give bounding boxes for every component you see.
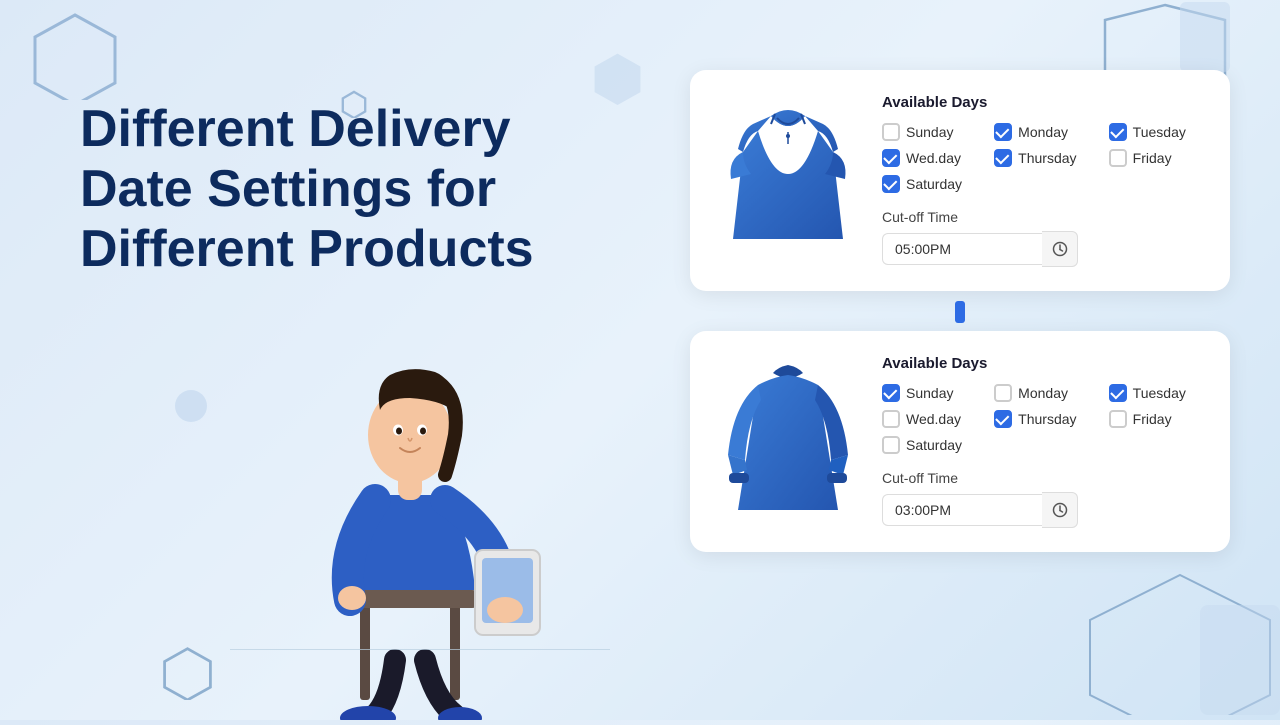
card2-day-monday: Monday	[994, 384, 1093, 402]
card1-label-wednesday: Wed.day	[906, 150, 961, 166]
card1-checkbox-saturday[interactable]	[882, 175, 900, 193]
card1-checkbox-thursday[interactable]	[994, 149, 1012, 167]
card2-checkbox-friday[interactable]	[1109, 410, 1127, 428]
card2-label-monday: Monday	[1018, 385, 1068, 401]
card1-day-saturday: Saturday	[882, 175, 978, 193]
card2-day-sunday: Sunday	[882, 384, 978, 402]
card1-label-monday: Monday	[1018, 124, 1068, 140]
card-longsleeve: Available Days Sunday Monday Tuesday	[690, 331, 1230, 552]
card2-days-grid: Sunday Monday Tuesday Wed.day Thurs	[882, 384, 1202, 454]
card2-label-wednesday: Wed.day	[906, 411, 961, 427]
card2-day-saturday: Saturday	[882, 436, 978, 454]
card1-day-wednesday: Wed.day	[882, 149, 978, 167]
bottom-divider	[230, 649, 610, 651]
clock-icon-2	[1052, 502, 1068, 518]
card2-checkbox-monday[interactable]	[994, 384, 1012, 402]
card1-content: Available Days Sunday Monday Tuesday	[882, 94, 1202, 267]
card2-content: Available Days Sunday Monday Tuesday	[882, 355, 1202, 528]
card1-checkbox-monday[interactable]	[994, 123, 1012, 141]
card1-checkbox-friday[interactable]	[1109, 149, 1127, 167]
card2-day-thursday: Thursday	[994, 410, 1093, 428]
card2-day-tuesday: Tuesday	[1109, 384, 1202, 402]
card2-label-sunday: Sunday	[906, 385, 953, 401]
card1-checkbox-wednesday[interactable]	[882, 149, 900, 167]
card1-time-input[interactable]	[882, 233, 1042, 265]
card2-day-friday: Friday	[1109, 410, 1202, 428]
cards-section: Available Days Sunday Monday Tuesday	[690, 70, 1230, 552]
card2-section-title: Available Days	[882, 355, 1202, 372]
card1-section-title: Available Days	[882, 94, 1202, 111]
page-title: Different Delivery Date Settings for Dif…	[80, 100, 620, 279]
card1-label-sunday: Sunday	[906, 124, 953, 140]
card1-day-friday: Friday	[1109, 149, 1202, 167]
card1-cutoff-section: Cut-off Time	[882, 209, 1202, 267]
title-block: Different Delivery Date Settings for Dif…	[80, 100, 620, 279]
card1-label-tuesday: Tuesday	[1133, 124, 1186, 140]
card2-cutoff-section: Cut-off Time	[882, 470, 1202, 528]
card2-time-input[interactable]	[882, 494, 1042, 526]
card2-label-friday: Friday	[1133, 411, 1172, 427]
card-polo: Available Days Sunday Monday Tuesday	[690, 70, 1230, 291]
card2-label-tuesday: Tuesday	[1133, 385, 1186, 401]
card2-time-button[interactable]	[1042, 492, 1078, 528]
person-illustration	[220, 300, 600, 720]
card1-checkbox-sunday[interactable]	[882, 123, 900, 141]
card1-day-sunday: Sunday	[882, 123, 978, 141]
product-image-polo	[718, 94, 858, 244]
card1-label-thursday: Thursday	[1018, 150, 1076, 166]
card2-cutoff-label: Cut-off Time	[882, 470, 1202, 486]
card2-checkbox-sunday[interactable]	[882, 384, 900, 402]
product-image-longsleeve	[718, 355, 858, 515]
deco-shape-bottom-right	[1080, 565, 1280, 720]
card2-day-wednesday: Wed.day	[882, 410, 978, 428]
card1-label-friday: Friday	[1133, 150, 1172, 166]
card2-label-saturday: Saturday	[906, 437, 962, 453]
card1-time-input-row	[882, 231, 1202, 267]
card2-time-input-row	[882, 492, 1202, 528]
clock-icon	[1052, 241, 1068, 257]
card1-day-tuesday: Tuesday	[1109, 123, 1202, 141]
card1-label-saturday: Saturday	[906, 176, 962, 192]
card2-checkbox-thursday[interactable]	[994, 410, 1012, 428]
card2-checkbox-saturday[interactable]	[882, 436, 900, 454]
card1-days-grid: Sunday Monday Tuesday Wed.day Thurs	[882, 123, 1202, 193]
cards-connector	[955, 301, 965, 323]
card2-checkbox-wednesday[interactable]	[882, 410, 900, 428]
card1-day-thursday: Thursday	[994, 149, 1093, 167]
card2-checkbox-tuesday[interactable]	[1109, 384, 1127, 402]
card1-cutoff-label: Cut-off Time	[882, 209, 1202, 225]
card1-checkbox-tuesday[interactable]	[1109, 123, 1127, 141]
card1-time-button[interactable]	[1042, 231, 1078, 267]
left-section: Different Delivery Date Settings for Dif…	[0, 0, 640, 720]
card2-label-thursday: Thursday	[1018, 411, 1076, 427]
card1-day-monday: Monday	[994, 123, 1093, 141]
